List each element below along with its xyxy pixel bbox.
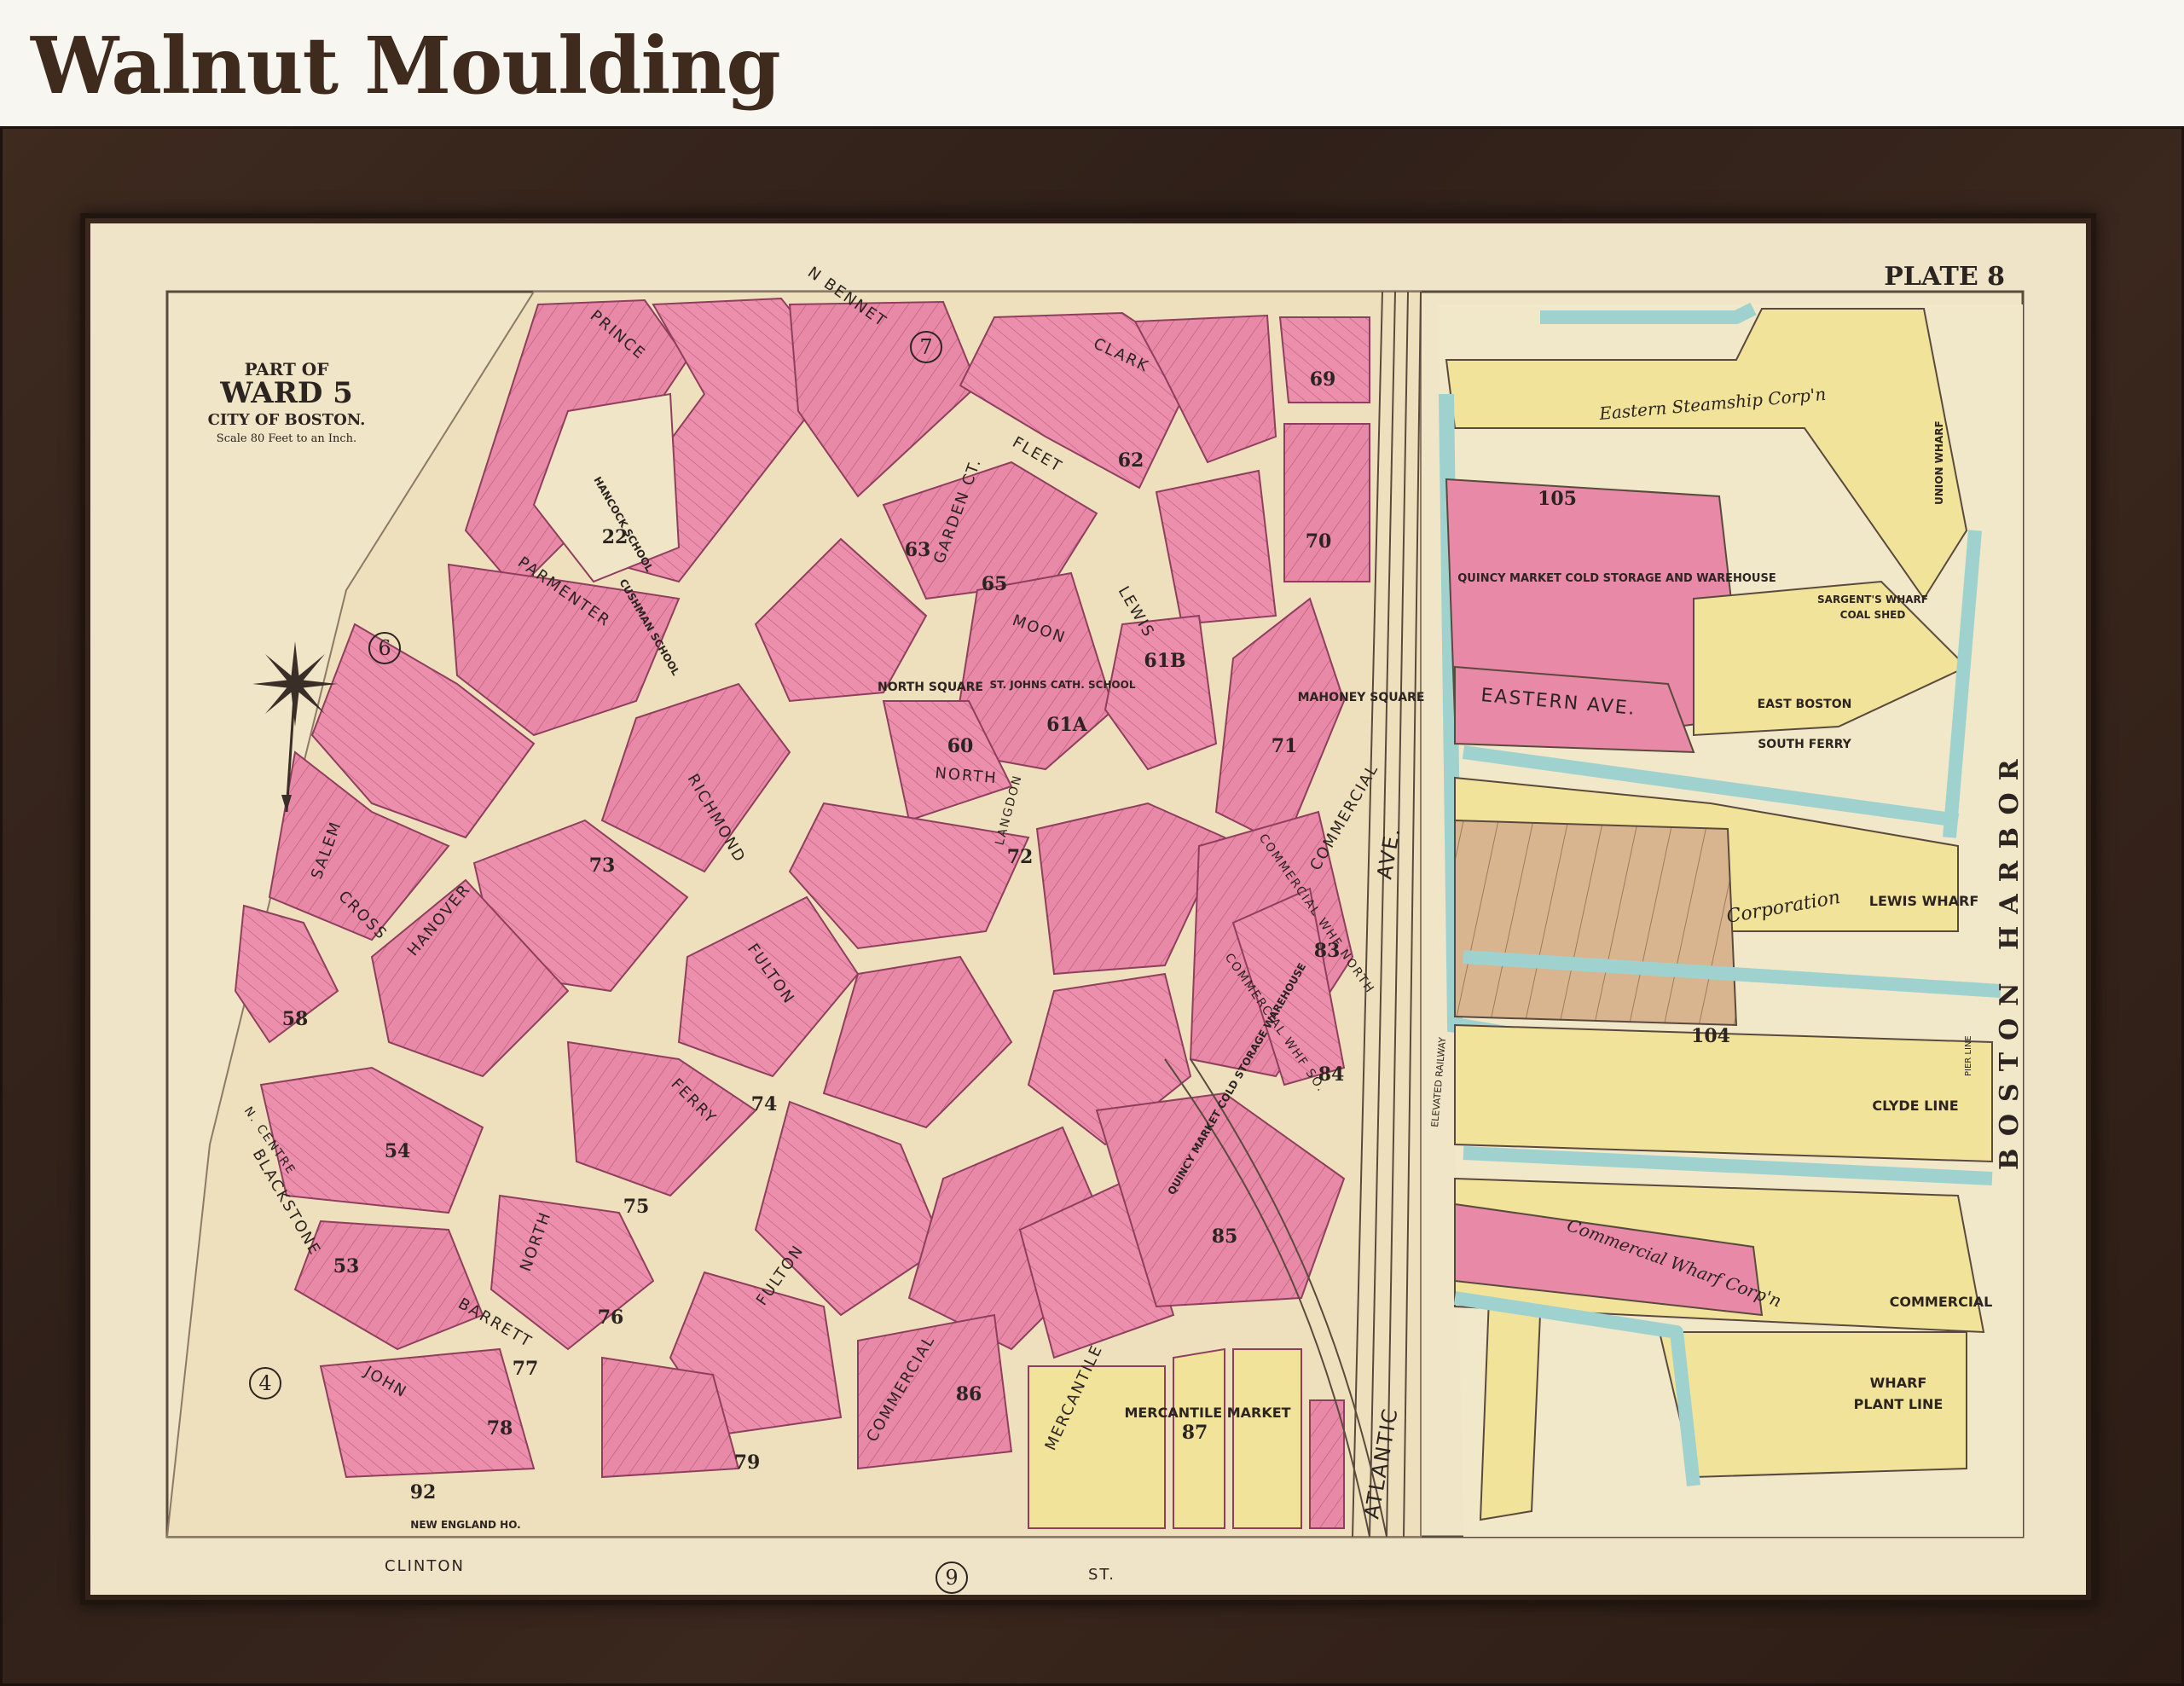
street-clinton: CLINTON <box>385 1557 465 1575</box>
lot-number: 86 <box>956 1383 982 1405</box>
label-south-ferry: SOUTH FERRY <box>1758 738 1851 751</box>
lot-number: 63 <box>905 539 931 561</box>
lot-number: 79 <box>734 1451 761 1474</box>
lot-number: 87 <box>1182 1422 1208 1444</box>
lot-number: 83 <box>1314 940 1341 962</box>
lot-number: 105 <box>1538 488 1577 510</box>
label-east-boston: EAST BOSTON <box>1758 698 1852 711</box>
lot-number: 75 <box>623 1196 650 1218</box>
label-quincy-market: QUINCY MARKET COLD STORAGE AND WAREHOUSE <box>1457 572 1776 585</box>
svg-text:7: 7 <box>919 335 932 359</box>
lot-number: 61B <box>1144 650 1185 672</box>
label-new-england-ho: NEW ENGLAND HO. <box>410 1519 520 1531</box>
label-mercantile-market: MERCANTILE MARKET <box>1124 1405 1290 1421</box>
lot-number: 60 <box>947 735 974 757</box>
title-scale: Scale 80 Feet to an Inch. <box>217 432 356 445</box>
label-lewis-wharf: LEWIS WHARF <box>1869 893 1979 909</box>
label-wharf: WHARF <box>1870 1375 1927 1391</box>
lot-number: 73 <box>589 855 616 877</box>
lot-number: 104 <box>1691 1025 1730 1047</box>
lot-number: 53 <box>333 1255 360 1278</box>
svg-text:9: 9 <box>945 1566 958 1590</box>
lot-number: 72 <box>1007 846 1034 868</box>
label-mahoney-square: MAHONEY SQUARE <box>1298 691 1425 704</box>
lot-number: 77 <box>513 1358 539 1380</box>
label-sargents-wharf: SARGENT'S WHARF <box>1817 594 1928 605</box>
plate-label: PLATE 8 <box>1884 262 2005 292</box>
street-st: ST. <box>1088 1566 1115 1584</box>
lot-number: 78 <box>487 1417 513 1440</box>
frame-style-title: Walnut Moulding <box>31 20 781 112</box>
label-plant-line: PLANT LINE <box>1854 1396 1944 1412</box>
label-commercial-wharf: COMMERCIAL <box>1890 1294 1993 1310</box>
label-clyde-line: CLYDE LINE <box>1872 1098 1958 1114</box>
title-city: CITY OF BOSTON. <box>208 411 366 429</box>
lot-number: 76 <box>598 1307 624 1329</box>
lot-number: 92 <box>410 1481 437 1503</box>
lot-number: 61A <box>1046 714 1088 736</box>
page-header: Walnut Moulding <box>0 0 2184 126</box>
label-pier-line: PIER LINE <box>1964 1035 1973 1076</box>
lot-number: 58 <box>282 1008 309 1030</box>
lot-number: 62 <box>1118 449 1144 472</box>
lot-number: 54 <box>385 1140 411 1162</box>
label-boston-harbor: BOSTON HARBOR <box>1995 747 2025 1170</box>
svg-text:4: 4 <box>258 1371 271 1395</box>
atlas-map: PLATE 8 PART OF WARD 5 CITY OF BOSTON. S… <box>90 223 2086 1595</box>
svg-text:6: 6 <box>378 636 391 660</box>
lot-number: 70 <box>1306 530 1332 553</box>
lot-number: 22 <box>602 526 629 548</box>
lot-number: 69 <box>1310 368 1336 391</box>
label-st-johns: ST. JOHNS CATH. SCHOOL <box>990 679 1136 691</box>
lot-number: 84 <box>1318 1063 1345 1086</box>
label-north-square: NORTH SQUARE <box>878 681 983 694</box>
label-coal-shed: COAL SHED <box>1840 609 1906 621</box>
lot-number: 71 <box>1272 735 1298 757</box>
lot-number: 74 <box>751 1093 778 1115</box>
lot-number: 65 <box>982 573 1008 595</box>
title-ward: WARD 5 <box>219 376 353 410</box>
label-union-wharf: UNION WHARF <box>1933 420 1945 505</box>
lot-number: 85 <box>1212 1225 1238 1248</box>
